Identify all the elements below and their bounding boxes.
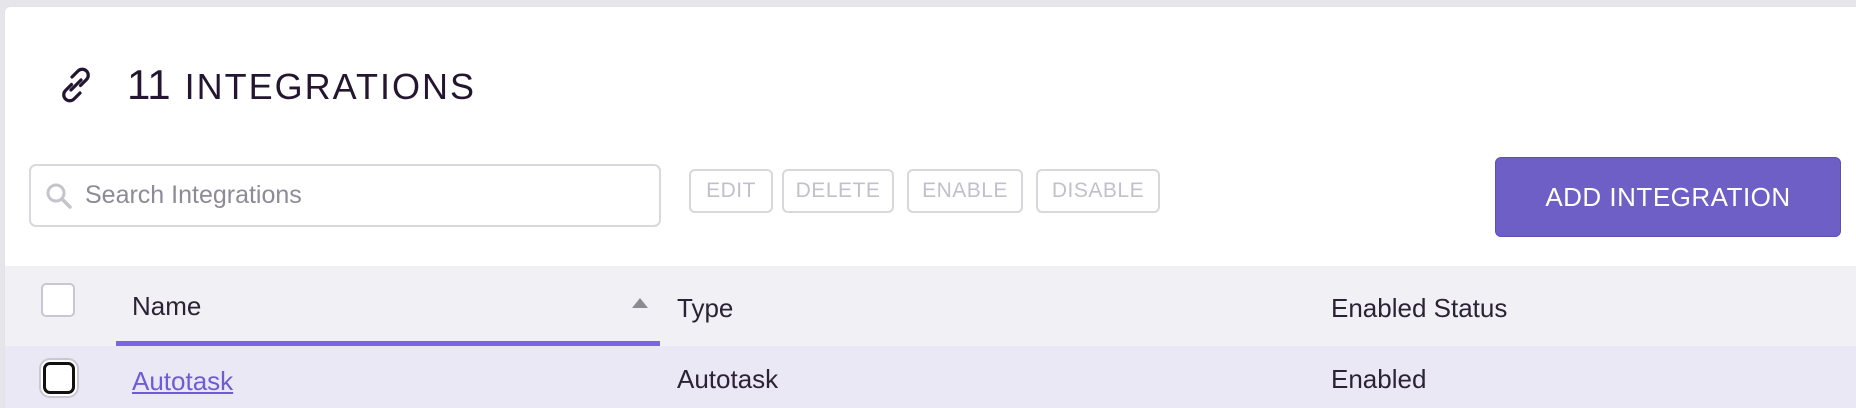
integration-name-link[interactable]: Autotask [132,366,233,397]
delete-button[interactable]: DELETE [782,169,894,213]
search-icon [45,182,73,210]
integration-type: Autotask [677,364,779,394]
column-header-enabled-status[interactable]: Enabled Status [1331,293,1507,324]
enable-button[interactable]: ENABLE [907,169,1023,213]
add-integration-button[interactable]: ADD INTEGRATION [1495,157,1841,237]
page-title: 11 INTEGRATIONS [127,61,476,109]
table-header: Name Type Enabled Status [5,266,1856,346]
integration-status: Enabled [1331,364,1427,394]
column-header-label: Name [132,291,202,321]
integration-count: 11 [127,61,171,108]
integrations-panel: 11 INTEGRATIONS EDIT DELETE ENABLE DISAB… [4,6,1856,408]
link-icon [55,64,97,106]
select-all-checkbox[interactable] [41,283,75,317]
page-header: 11 INTEGRATIONS [55,55,476,115]
row-checkbox[interactable] [43,362,75,394]
edit-button[interactable]: EDIT [689,169,773,213]
disable-button[interactable]: DISABLE [1036,169,1160,213]
page-title-label: INTEGRATIONS [184,66,476,107]
search-box[interactable] [29,164,661,227]
search-input[interactable] [85,181,605,210]
table-row[interactable]: Autotask Autotask Enabled [5,346,1856,408]
column-header-name[interactable]: Name [116,266,660,346]
column-header-type[interactable]: Type [677,293,733,324]
sort-ascending-icon[interactable] [632,298,648,308]
